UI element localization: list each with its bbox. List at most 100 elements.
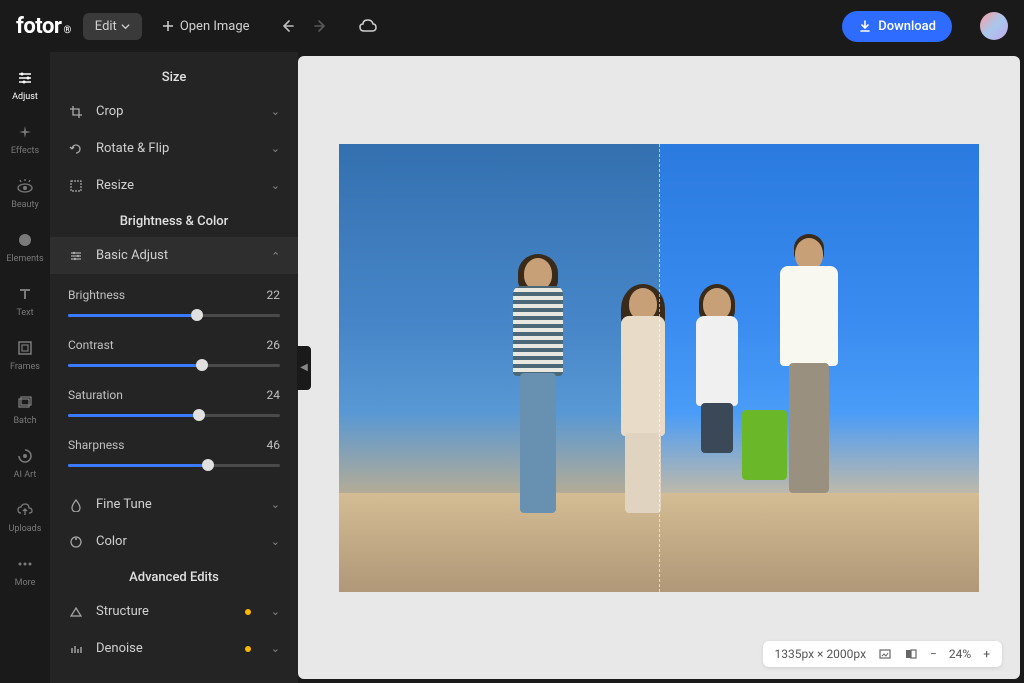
chevron-down-icon: ⌄ (271, 642, 280, 655)
sidebar-item-beauty[interactable]: Beauty (0, 166, 50, 220)
sidebar-label: Text (16, 308, 33, 318)
panel-item-label: Color (96, 534, 127, 549)
saturation-slider[interactable] (68, 406, 280, 424)
zoom-out-button[interactable]: − (930, 647, 937, 661)
contrast-slider[interactable] (68, 356, 280, 374)
forward-button[interactable] (312, 18, 330, 34)
plus-icon (162, 20, 174, 32)
cloud-sync-button[interactable] (358, 18, 378, 34)
rotate-icon (68, 142, 84, 156)
section-title-size: Size (50, 60, 298, 93)
sidebar-item-batch[interactable]: Batch (0, 382, 50, 436)
crop-icon (68, 105, 84, 119)
badge-dot (245, 609, 251, 615)
edit-label: Edit (95, 19, 117, 34)
sidebar-item-frames[interactable]: Frames (0, 328, 50, 382)
open-image-button[interactable]: Open Image (154, 13, 258, 40)
open-image-label: Open Image (180, 19, 250, 34)
resize-icon (68, 179, 84, 193)
slider-thumb[interactable] (202, 459, 214, 471)
panel-item-label: Basic Adjust (96, 248, 168, 263)
panel-item-resize[interactable]: Resize ⌄ (50, 167, 298, 204)
tool-sidebar: Adjust Effects Beauty Elements Text Fram… (0, 52, 50, 683)
figure (493, 258, 583, 538)
panel-item-label: Resize (96, 178, 134, 193)
figure (685, 288, 750, 538)
nav-arrows (278, 18, 330, 34)
adjust-panel: Size Crop ⌄ Rotate & Flip ⌄ Resize ⌄ Bri… (50, 52, 298, 683)
download-icon (858, 19, 872, 33)
chevron-down-icon: ⌄ (271, 105, 280, 118)
canvas[interactable]: ◀ 1335px × 2000px − 24% + (298, 56, 1020, 679)
download-label: Download (878, 19, 936, 34)
badge-dot (245, 646, 251, 652)
cloud-up-icon (15, 500, 35, 520)
bars-icon (68, 642, 84, 656)
collapse-panel-button[interactable]: ◀ (297, 346, 311, 390)
slider-thumb[interactable] (193, 409, 205, 421)
slider-label-saturation: Saturation (68, 388, 123, 402)
sidebar-label: Beauty (11, 200, 38, 210)
slider-value-brightness: 22 (267, 288, 281, 302)
panel-item-label: Rotate & Flip (96, 141, 169, 156)
ai-icon (15, 446, 35, 466)
image-dimensions: 1335px × 2000px (775, 647, 867, 661)
sidebar-item-adjust[interactable]: Adjust (0, 58, 50, 112)
sidebar-item-uploads[interactable]: Uploads (0, 490, 50, 544)
brightness-slider[interactable] (68, 306, 280, 324)
panel-item-basic-adjust[interactable]: Basic Adjust ⌄ (50, 237, 298, 274)
sidebar-label: More (15, 578, 36, 588)
chevron-down-icon: ⌄ (271, 605, 280, 618)
sidebar-label: AI Art (14, 470, 37, 480)
sidebar-item-more[interactable]: More (0, 544, 50, 598)
chevron-down-icon: ⌄ (271, 179, 280, 192)
panel-item-color[interactable]: Color ⌄ (50, 523, 298, 560)
sparkle-icon (15, 122, 35, 142)
panel-item-denoise[interactable]: Denoise ⌄ (50, 630, 298, 667)
sliders-icon (15, 68, 35, 88)
compare-icon (904, 647, 918, 661)
image-icon (878, 647, 892, 661)
back-button[interactable] (278, 18, 296, 34)
panel-item-label: Structure (96, 604, 149, 619)
sidebar-item-effects[interactable]: Effects (0, 112, 50, 166)
panel-item-structure[interactable]: Structure ⌄ (50, 593, 298, 630)
sidebar-item-ai-art[interactable]: AI Art (0, 436, 50, 490)
eye-icon (15, 176, 35, 196)
figure (761, 238, 856, 538)
panel-item-fine-tune[interactable]: Fine Tune ⌄ (50, 486, 298, 523)
compare-divider[interactable] (659, 144, 660, 592)
sidebar-item-elements[interactable]: Elements (0, 220, 50, 274)
image-preview[interactable] (339, 144, 979, 592)
panel-item-crop[interactable]: Crop ⌄ (50, 93, 298, 130)
sidebar-label: Batch (13, 416, 36, 426)
compare-toggle-button[interactable] (904, 647, 918, 661)
edit-menu-button[interactable]: Edit (83, 13, 142, 40)
slider-thumb[interactable] (191, 309, 203, 321)
slider-thumb[interactable] (196, 359, 208, 371)
slider-value-saturation: 24 (267, 388, 281, 402)
chevron-down-icon (121, 22, 130, 31)
triangle-icon (68, 605, 84, 619)
slider-value-contrast: 26 (267, 338, 281, 352)
fit-screen-button[interactable] (878, 647, 892, 661)
status-bar: 1335px × 2000px − 24% + (763, 641, 1003, 667)
arrow-left-icon (279, 18, 295, 34)
slider-label-brightness: Brightness (68, 288, 125, 302)
section-title-brightness-color: Brightness & Color (50, 204, 298, 237)
sidebar-label: Adjust (12, 92, 38, 102)
sharpness-slider[interactable] (68, 456, 280, 474)
zoom-in-button[interactable]: + (983, 647, 990, 661)
dots-icon (15, 554, 35, 574)
sidebar-label: Frames (10, 362, 40, 372)
avatar[interactable] (980, 12, 1008, 40)
figure (608, 288, 678, 538)
chevron-down-icon: ⌄ (271, 535, 280, 548)
logo-text: fotor (16, 14, 61, 39)
sidebar-item-text[interactable]: Text (0, 274, 50, 328)
panel-item-label: Denoise (96, 641, 143, 656)
download-button[interactable]: Download (842, 11, 952, 42)
panel-item-rotate-flip[interactable]: Rotate & Flip ⌄ (50, 130, 298, 167)
zoom-level: 24% (949, 647, 971, 661)
sliders-group: Brightness22 Contrast26 Saturation24 Sha… (50, 274, 298, 486)
